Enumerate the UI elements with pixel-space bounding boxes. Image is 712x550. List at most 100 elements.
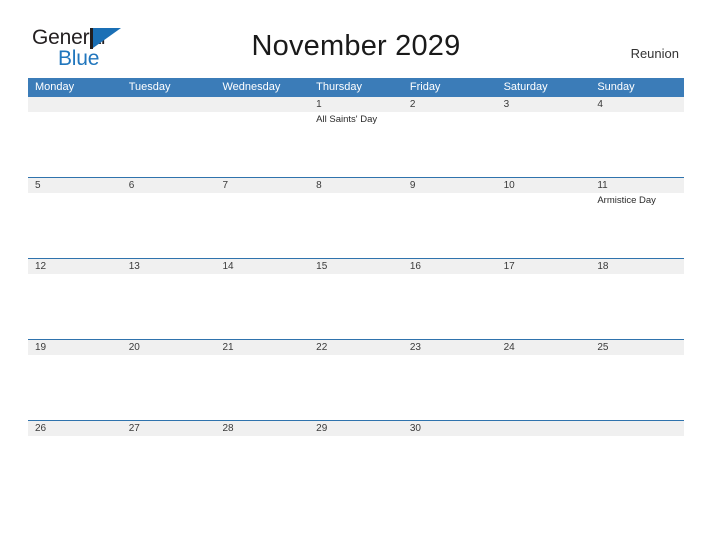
day-number[interactable]: 22	[309, 340, 403, 355]
day-cell[interactable]	[590, 436, 684, 501]
day-cell[interactable]	[215, 112, 309, 177]
day-number[interactable]: 17	[497, 259, 591, 274]
day-cell[interactable]	[590, 355, 684, 420]
day-cell[interactable]	[28, 193, 122, 258]
day-cell[interactable]	[403, 436, 497, 501]
calendar-week-row: 19 20 21 22 23 24 25	[28, 339, 684, 420]
week-body-row: All Saints' Day	[28, 112, 684, 177]
calendar-week-row: 5 6 7 8 9 10 11 Armistice Day	[28, 177, 684, 258]
day-number[interactable]: 1	[309, 97, 403, 112]
day-cell[interactable]	[122, 436, 216, 501]
day-number[interactable]: 2	[403, 97, 497, 112]
day-number[interactable]: 18	[590, 259, 684, 274]
day-number[interactable]: 24	[497, 340, 591, 355]
day-cell[interactable]	[497, 436, 591, 501]
week-body-row	[28, 436, 684, 501]
week-date-band: 5 6 7 8 9 10 11	[28, 178, 684, 193]
weekday-monday: Monday	[35, 81, 75, 93]
week-date-band: 19 20 21 22 23 24 25	[28, 340, 684, 355]
day-number[interactable]: 4	[590, 97, 684, 112]
day-cell[interactable]	[215, 355, 309, 420]
calendar-page: General Blue November 2029 Reunion Monda…	[0, 0, 712, 550]
day-number[interactable]: 25	[590, 340, 684, 355]
day-cell[interactable]	[215, 274, 309, 339]
week-body-row	[28, 274, 684, 339]
page-title: November 2029	[251, 30, 461, 62]
day-cell[interactable]	[122, 112, 216, 177]
day-number[interactable]	[590, 421, 684, 436]
day-cell[interactable]	[403, 355, 497, 420]
day-cell[interactable]	[122, 193, 216, 258]
day-cell[interactable]	[497, 112, 591, 177]
day-number[interactable]	[215, 97, 309, 112]
day-number[interactable]: 29	[309, 421, 403, 436]
day-number[interactable]: 26	[28, 421, 122, 436]
region-label: Reunion	[630, 46, 679, 61]
day-number[interactable]	[122, 97, 216, 112]
day-cell[interactable]	[309, 355, 403, 420]
day-number[interactable]: 14	[215, 259, 309, 274]
day-event: All Saints' Day	[316, 114, 378, 125]
day-cell[interactable]	[28, 355, 122, 420]
week-body-row: Armistice Day	[28, 193, 684, 258]
day-cell[interactable]: Armistice Day	[590, 193, 684, 258]
day-event: Armistice Day	[597, 195, 656, 206]
day-cell[interactable]	[28, 112, 122, 177]
day-number[interactable]: 5	[28, 178, 122, 193]
day-number[interactable]: 9	[403, 178, 497, 193]
day-number[interactable]: 27	[122, 421, 216, 436]
day-cell[interactable]: All Saints' Day	[309, 112, 403, 177]
day-number[interactable]: 12	[28, 259, 122, 274]
day-cell[interactable]	[215, 436, 309, 501]
weekday-sunday: Sunday	[597, 81, 635, 93]
day-number[interactable]: 28	[215, 421, 309, 436]
day-cell[interactable]	[122, 274, 216, 339]
weekday-friday: Friday	[409, 81, 441, 93]
day-number[interactable]: 13	[122, 259, 216, 274]
day-cell[interactable]	[497, 193, 591, 258]
day-cell[interactable]	[309, 274, 403, 339]
weekday-header-row: Monday Tuesday Wednesday Thursday Friday…	[28, 78, 684, 97]
day-cell[interactable]	[403, 112, 497, 177]
day-cell[interactable]	[590, 274, 684, 339]
day-number[interactable]: 15	[309, 259, 403, 274]
day-cell[interactable]	[497, 355, 591, 420]
calendar-week-row: 12 13 14 15 16 17 18	[28, 258, 684, 339]
day-number[interactable]: 7	[215, 178, 309, 193]
week-body-row	[28, 355, 684, 420]
weekday-wednesday: Wednesday	[222, 81, 281, 93]
day-number[interactable]: 30	[403, 421, 497, 436]
day-number[interactable]	[497, 421, 591, 436]
calendar-week-row: 26 27 28 29 30	[28, 420, 684, 501]
day-cell[interactable]	[309, 193, 403, 258]
day-number[interactable]: 11	[590, 178, 684, 193]
calendar-week-row: 1 2 3 4 All Saints' Day	[28, 97, 684, 177]
day-number[interactable]: 19	[28, 340, 122, 355]
day-number[interactable]	[28, 97, 122, 112]
day-cell[interactable]	[122, 355, 216, 420]
day-number[interactable]: 6	[122, 178, 216, 193]
weekday-tuesday: Tuesday	[128, 81, 171, 93]
page-header: General Blue November 2029 Reunion	[0, 0, 712, 69]
day-number[interactable]: 21	[215, 340, 309, 355]
day-cell[interactable]	[590, 112, 684, 177]
calendar-grid: Monday Tuesday Wednesday Thursday Friday…	[28, 78, 684, 501]
day-number[interactable]: 3	[497, 97, 591, 112]
day-number[interactable]: 23	[403, 340, 497, 355]
day-number[interactable]: 10	[497, 178, 591, 193]
day-cell[interactable]	[309, 436, 403, 501]
weekday-thursday: Thursday	[316, 81, 363, 93]
week-date-band: 12 13 14 15 16 17 18	[28, 259, 684, 274]
day-cell[interactable]	[403, 274, 497, 339]
day-cell[interactable]	[28, 274, 122, 339]
week-date-band: 1 2 3 4	[28, 97, 684, 112]
day-cell[interactable]	[403, 193, 497, 258]
day-cell[interactable]	[28, 436, 122, 501]
day-number[interactable]: 8	[309, 178, 403, 193]
day-cell[interactable]	[215, 193, 309, 258]
day-cell[interactable]	[497, 274, 591, 339]
weekday-saturday: Saturday	[503, 81, 548, 93]
week-date-band: 26 27 28 29 30	[28, 421, 684, 436]
day-number[interactable]: 20	[122, 340, 216, 355]
day-number[interactable]: 16	[403, 259, 497, 274]
